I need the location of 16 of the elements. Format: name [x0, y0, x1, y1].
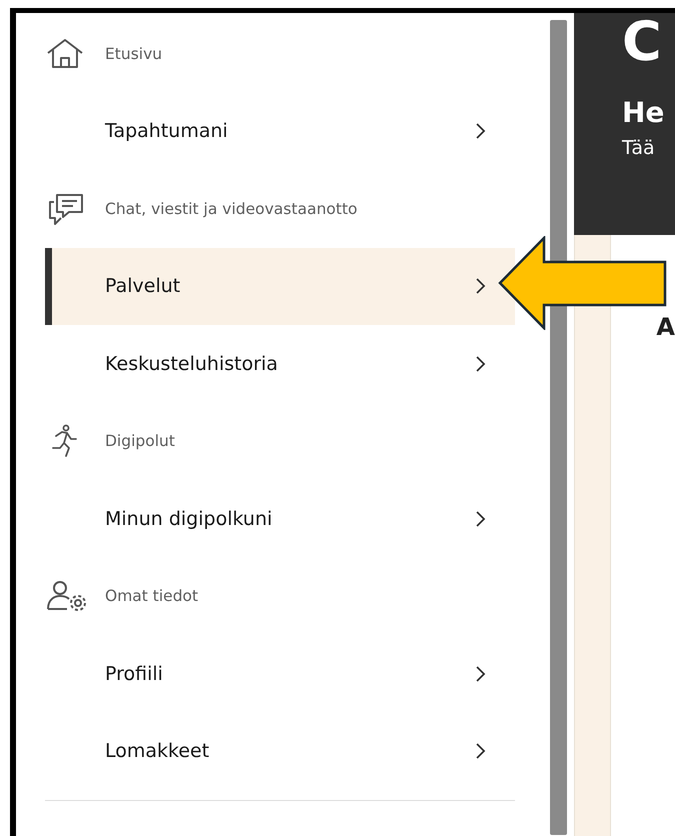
nav-link[interactable]: Profiili — [45, 635, 515, 712]
section-label: Digipolut — [105, 432, 176, 450]
scrollbar[interactable] — [550, 20, 567, 835]
nav-link[interactable]: Keskusteluhistoria — [45, 325, 515, 402]
section-label: Etusivu — [105, 44, 164, 63]
heading: He — [622, 99, 664, 127]
nav-link[interactable]: Minun digipolkuni — [45, 480, 515, 558]
nav-link[interactable]: Palvelut — [45, 248, 515, 325]
section-label: Omat tiedot — [105, 587, 200, 606]
home-icon — [45, 36, 85, 71]
nav-link[interactable]: Tapahtumani — [45, 92, 515, 170]
section-label: Chat, viestit ja videovastaanotto — [105, 200, 358, 218]
card-heading: A — [656, 313, 675, 341]
nav-link[interactable]: Lomakkeet — [45, 712, 515, 790]
intro-text: Tää — [622, 137, 656, 159]
page-title: C — [622, 15, 662, 69]
